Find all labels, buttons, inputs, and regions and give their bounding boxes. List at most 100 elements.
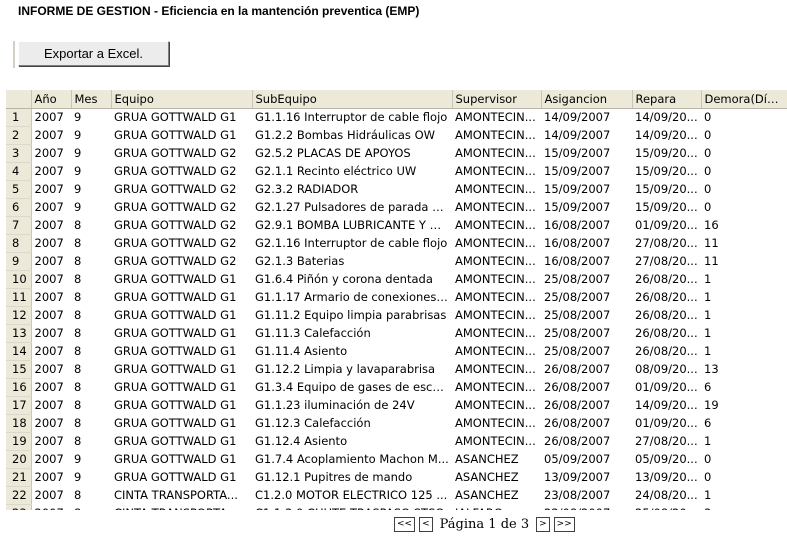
cell-supervisor: ASANCHEZ	[452, 450, 541, 469]
table-row[interactable]: 20 2007 9 GRUA GOTTWALD G1 G1.7.4 Acoplamien…	[6, 450, 787, 469]
table-row[interactable]: 21 2007 9 GRUA GOTTWALD G1 G1.12.1 Pupitres …	[6, 468, 787, 487]
table-row[interactable]: 15 2007 8 GRUA GOTTWALD G1 G1.12.2 Limpia y …	[6, 360, 787, 379]
cell-delay-days: 11	[701, 234, 787, 253]
cell-equipment: GRUA GOTTWALD G1	[111, 432, 252, 451]
column-header-sub-equipment[interactable]: SubEquipo	[252, 90, 453, 109]
cell-year: 2007	[31, 252, 71, 271]
cell-row-number: 15	[6, 360, 32, 379]
cell-repair-date: 25/08/20...	[632, 504, 701, 510]
first-page-button[interactable]: <<	[394, 516, 416, 532]
data-grid[interactable]: Año Mes Equipo SubEquipo Supervisor Asigancio…	[6, 90, 787, 510]
column-header-month[interactable]: Mes	[71, 90, 112, 109]
cell-equipment: GRUA GOTTWALD G2	[111, 252, 252, 271]
cell-equipment: GRUA GOTTWALD G1	[111, 450, 252, 469]
cell-delay-days: 0	[701, 450, 787, 469]
export-excel-button[interactable]: Exportar a Excel.	[18, 41, 169, 66]
table-row[interactable]: 7 2007 8 GRUA GOTTWALD G2 G2.9.1 BOMBA LUBRI…	[6, 216, 787, 235]
table-row[interactable]: 9 2007 8 GRUA GOTTWALD G2 G2.1.3 Baterias AMO…	[6, 252, 787, 271]
cell-delay-days: 19	[701, 396, 787, 415]
cell-delay-days: 0	[701, 144, 787, 163]
cell-row-number: 8	[6, 234, 32, 253]
cell-supervisor: AMONTECIN...	[452, 396, 541, 415]
cell-month: 9	[71, 450, 111, 469]
prev-page-button[interactable]: <	[419, 516, 433, 532]
cell-repair-date: 26/08/20...	[632, 270, 701, 289]
cell-month: 8	[71, 306, 111, 325]
table-row[interactable]: 1 2007 9 GRUA GOTTWALD G1 G1.1.16 Interrupto…	[6, 108, 787, 127]
cell-assignment-date: 26/08/2007	[541, 414, 632, 433]
cell-row-number: 10	[6, 270, 32, 289]
cell-month: 8	[71, 288, 111, 307]
table-row[interactable]: 10 2007 8 GRUA GOTTWALD G1 G1.6.4 Piñón y co…	[6, 270, 787, 289]
table-row[interactable]: 11 2007 8 GRUA GOTTWALD G1 G1.1.17 Armario d…	[6, 288, 787, 307]
cell-delay-days: 1	[701, 306, 787, 325]
table-row[interactable]: 5 2007 9 GRUA GOTTWALD G2 G2.3.2 RADIADOR AMO…	[6, 180, 787, 199]
cell-assignment-date: 26/08/2007	[541, 432, 632, 451]
next-page-button[interactable]: >	[536, 516, 550, 532]
cell-delay-days: 6	[701, 378, 787, 397]
cell-year: 2007	[31, 378, 71, 397]
cell-supervisor: AMONTECIN...	[452, 288, 541, 307]
cell-assignment-date: 22/08/2007	[541, 504, 632, 510]
cell-supervisor: AMONTECIN...	[452, 306, 541, 325]
table-row[interactable]: 3 2007 9 GRUA GOTTWALD G2 G2.5.2 PLACAS DE A…	[6, 144, 787, 163]
table-row[interactable]: 12 2007 8 GRUA GOTTWALD G1 G1.11.2 Equipo li…	[6, 306, 787, 325]
table-row[interactable]: 14 2007 8 GRUA GOTTWALD G1 G1.11.4 Asiento AM…	[6, 342, 787, 361]
cell-supervisor: AMONTECIN...	[452, 270, 541, 289]
cell-month: 8	[71, 234, 111, 253]
table-row[interactable]: 16 2007 8 GRUA GOTTWALD G1 G1.3.4 Equipo de …	[6, 378, 787, 397]
cell-delay-days: 1	[701, 270, 787, 289]
column-header-delay-days[interactable]: Demora(Días)	[701, 90, 787, 109]
cell-repair-date: 27/08/20...	[632, 252, 701, 271]
cell-repair-date: 26/08/20...	[632, 324, 701, 343]
column-header-supervisor[interactable]: Supervisor	[452, 90, 542, 109]
cell-sub-equipment: C1.1.3.0 CHUTE TRASPASO STSO	[252, 504, 452, 510]
cell-equipment: GRUA GOTTWALD G2	[111, 216, 252, 235]
cell-equipment: CINTA TRANSPORTA...	[111, 486, 252, 505]
cell-year: 2007	[31, 396, 71, 415]
cell-assignment-date: 25/08/2007	[541, 324, 632, 343]
cell-repair-date: 24/08/20...	[632, 486, 701, 505]
cell-equipment: GRUA GOTTWALD G1	[111, 360, 252, 379]
cell-sub-equipment: G1.11.2 Equipo limpia parabrisas	[252, 306, 452, 325]
cell-supervisor: AMONTECIN...	[452, 378, 541, 397]
table-row[interactable]: 6 2007 9 GRUA GOTTWALD G2 G2.1.27 Pulsadores…	[6, 198, 787, 217]
table-row[interactable]: 4 2007 9 GRUA GOTTWALD G2 G2.1.1 Recinto elé…	[6, 162, 787, 181]
cell-delay-days: 0	[701, 468, 787, 487]
last-page-button[interactable]: >>	[553, 516, 575, 532]
results-table: Año Mes Equipo SubEquipo Supervisor Asigancio…	[6, 90, 787, 510]
table-body: 1 2007 9 GRUA GOTTWALD G1 G1.1.16 Interrupto…	[6, 108, 787, 510]
table-row[interactable]: 2 2007 9 GRUA GOTTWALD G1 G1.2.2 Bombas Hidr…	[6, 126, 787, 145]
cell-assignment-date: 15/09/2007	[541, 162, 632, 181]
cell-repair-date: 14/09/20...	[632, 108, 701, 127]
table-row[interactable]: 8 2007 8 GRUA GOTTWALD G2 G2.1.16 Interrupto…	[6, 234, 787, 253]
cell-row-number: 6	[6, 198, 32, 217]
cell-year: 2007	[31, 216, 71, 235]
cell-equipment: GRUA GOTTWALD G1	[111, 306, 252, 325]
table-header-row: Año Mes Equipo SubEquipo Supervisor Asigancio…	[6, 90, 787, 109]
cell-repair-date: 08/09/20...	[632, 360, 701, 379]
cell-month: 9	[71, 108, 111, 127]
cell-supervisor: ASANCHEZ	[452, 486, 541, 505]
column-header-assignment-date[interactable]: Asigancion	[541, 90, 633, 109]
column-header-row-number[interactable]	[6, 90, 32, 109]
cell-sub-equipment: G1.12.3 Calefacción	[252, 414, 452, 433]
table-row[interactable]: 18 2007 8 GRUA GOTTWALD G1 G1.12.3 Calefacci…	[6, 414, 787, 433]
cell-year: 2007	[31, 270, 71, 289]
cell-delay-days: 3	[701, 504, 787, 510]
cell-equipment: GRUA GOTTWALD G1	[111, 342, 252, 361]
cell-row-number: 19	[6, 432, 32, 451]
column-header-equipment[interactable]: Equipo	[111, 90, 253, 109]
column-header-year[interactable]: Año	[31, 90, 72, 109]
table-row[interactable]: 13 2007 8 GRUA GOTTWALD G1 G1.11.3 Calefacci…	[6, 324, 787, 343]
table-row[interactable]: 19 2007 8 GRUA GOTTWALD G1 G1.12.4 Asiento AM…	[6, 432, 787, 451]
table-row[interactable]: 22 2007 8 CINTA TRANSPORTA... C1.2.0 MOTOR E…	[6, 486, 787, 505]
cell-equipment: GRUA GOTTWALD G2	[111, 162, 252, 181]
cell-year: 2007	[31, 450, 71, 469]
cell-supervisor: AMONTECIN...	[452, 144, 541, 163]
cell-supervisor: AMONTECIN...	[452, 126, 541, 145]
table-row[interactable]: 17 2007 8 GRUA GOTTWALD G1 G1.1.23 iluminaci…	[6, 396, 787, 415]
table-row[interactable]: 2320078CINTA TRANSPORTA...C1.1.3.0 CHUTE…	[6, 504, 787, 510]
column-header-repair-date[interactable]: Repara	[632, 90, 702, 109]
cell-year: 2007	[31, 234, 71, 253]
